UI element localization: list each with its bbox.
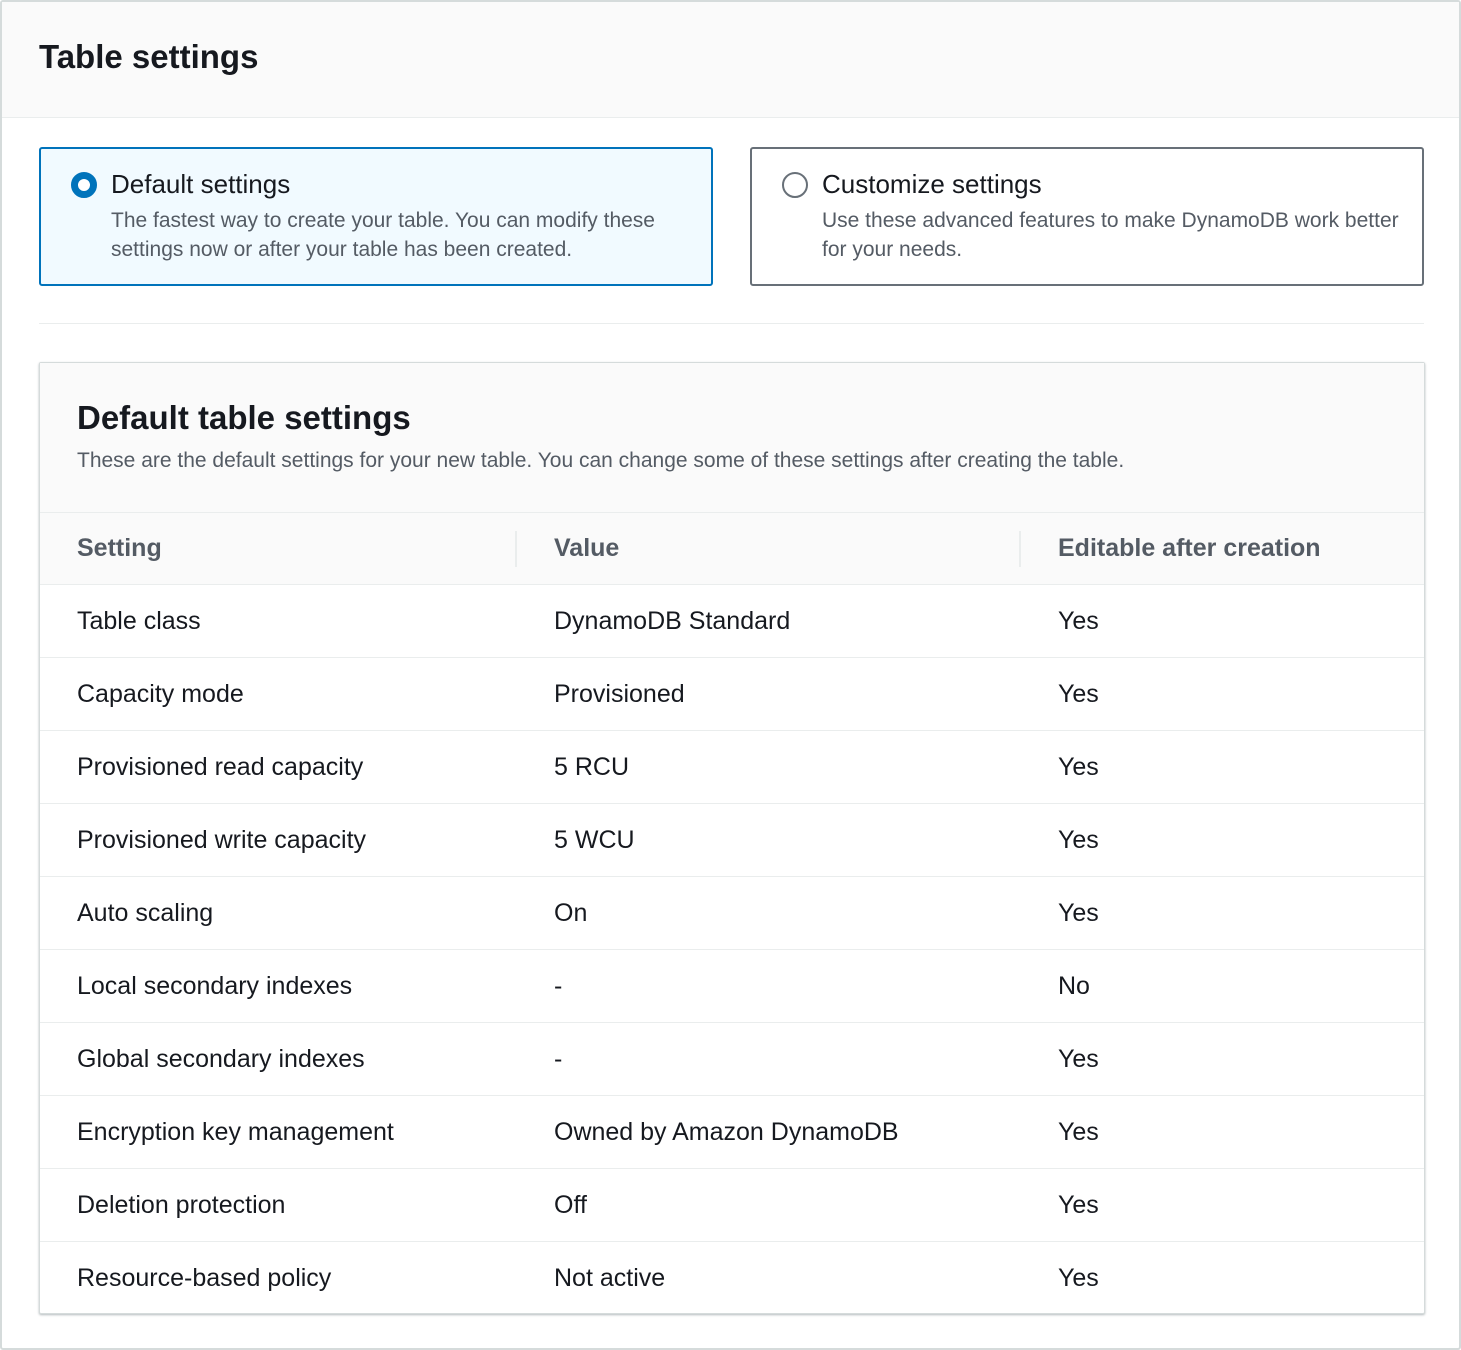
editable-cell: Yes: [1058, 1117, 1099, 1146]
settings-tiles: Default settings The fastest way to crea…: [39, 147, 1424, 286]
table-row: Deletion protection Off Yes: [40, 1169, 1424, 1242]
panel-title: Default table settings: [77, 399, 411, 436]
editable-cell: Yes: [1058, 1190, 1099, 1219]
panel-description: These are the default settings for your …: [77, 449, 1125, 472]
setting-cell: Provisioned write capacity: [77, 825, 367, 854]
setting-cell: Capacity mode: [77, 679, 244, 708]
panel-header: Default table settings These are the def…: [40, 363, 1424, 512]
column-header-value: Value: [517, 513, 1021, 585]
default-settings-label: Default settings: [111, 169, 291, 199]
editable-cell: Yes: [1058, 752, 1099, 781]
customize-settings-radio[interactable]: [782, 172, 808, 198]
value-cell: Off: [554, 1190, 587, 1219]
editable-cell: Yes: [1058, 679, 1099, 708]
customize-settings-description: Use these advanced features to make Dyna…: [822, 209, 1399, 261]
table-row: Local secondary indexes - No: [40, 950, 1424, 1023]
setting-cell: Provisioned read capacity: [77, 752, 364, 781]
value-cell: 5 RCU: [554, 752, 630, 781]
table-row: Provisioned write capacity 5 WCU Yes: [40, 804, 1424, 877]
default-table-settings-panel: Default table settings These are the def…: [39, 362, 1425, 1314]
editable-cell: No: [1058, 971, 1090, 1000]
value-cell: -: [554, 971, 563, 1000]
editable-cell: Yes: [1058, 1263, 1099, 1292]
table-row: Auto scaling On Yes: [40, 877, 1424, 950]
table-row: Resource-based policy Not active Yes: [40, 1242, 1424, 1315]
table-row: Encryption key management Owned by Amazo…: [40, 1096, 1424, 1169]
default-settings-description: The fastest way to create your table. Yo…: [111, 209, 655, 261]
table-header-row: Setting Value Editable after creation: [40, 512, 1424, 585]
settings-table: Setting Value Editable after creation Ta…: [40, 512, 1424, 1315]
column-header-editable-label: Editable after creation: [1058, 534, 1321, 562]
table-row: Provisioned read capacity 5 RCU Yes: [40, 731, 1424, 804]
value-cell: Owned by Amazon DynamoDB: [554, 1117, 899, 1146]
value-cell: 5 WCU: [554, 825, 635, 854]
customize-settings-label: Customize settings: [822, 169, 1042, 199]
value-cell: On: [554, 898, 588, 927]
value-cell: DynamoDB Standard: [554, 606, 791, 635]
table-row: Global secondary indexes - Yes: [40, 1023, 1424, 1096]
table-row: Table class DynamoDB Standard Yes: [40, 585, 1424, 658]
setting-cell: Auto scaling: [77, 898, 214, 927]
value-cell: Provisioned: [554, 679, 685, 708]
section-divider: [39, 323, 1424, 324]
column-header-editable: Editable after creation: [1021, 513, 1424, 585]
container-title: Table settings: [39, 37, 259, 75]
value-cell: -: [554, 1044, 563, 1073]
editable-cell: Yes: [1058, 898, 1099, 927]
setting-cell: Table class: [77, 606, 201, 635]
customize-settings-tile[interactable]: Customize settings Use these advanced fe…: [750, 147, 1424, 286]
container-header: Table settings: [2, 2, 1459, 118]
editable-cell: Yes: [1058, 1044, 1099, 1073]
value-cell: Not active: [554, 1263, 666, 1292]
setting-cell: Local secondary indexes: [77, 971, 353, 1000]
editable-cell: Yes: [1058, 825, 1099, 854]
column-header-value-label: Value: [554, 534, 620, 562]
column-header-setting-label: Setting: [77, 534, 162, 562]
column-header-setting: Setting: [40, 513, 517, 585]
setting-cell: Global secondary indexes: [77, 1044, 365, 1073]
default-settings-radio[interactable]: [71, 172, 97, 198]
default-settings-tile[interactable]: Default settings The fastest way to crea…: [39, 147, 713, 286]
setting-cell: Encryption key management: [77, 1117, 394, 1146]
table-row: Capacity mode Provisioned Yes: [40, 658, 1424, 731]
setting-cell: Resource-based policy: [77, 1263, 332, 1292]
setting-cell: Deletion protection: [77, 1190, 286, 1219]
editable-cell: Yes: [1058, 606, 1099, 635]
table-settings-container: Table settings Default settings The fast…: [0, 0, 1461, 1350]
